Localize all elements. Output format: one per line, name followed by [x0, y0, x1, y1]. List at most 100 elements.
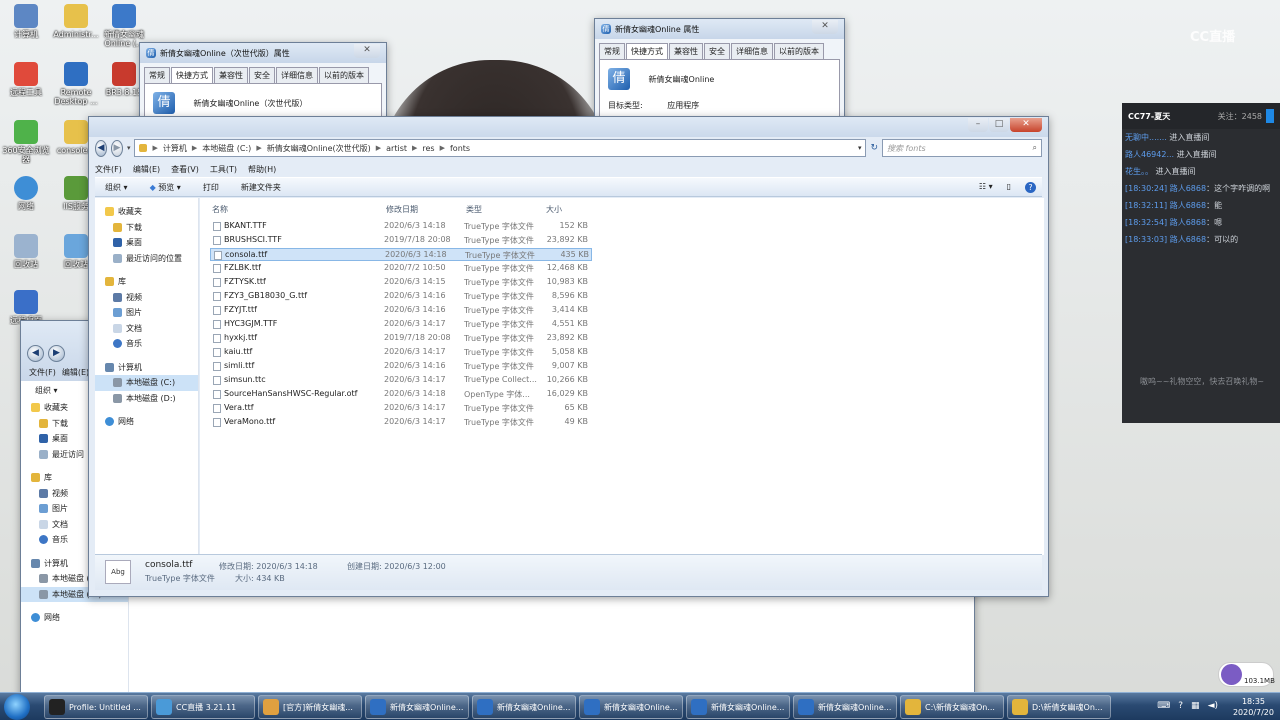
taskbar-button[interactable]: D:\新倩女幽魂On...: [1007, 695, 1111, 719]
column-size[interactable]: 大小: [546, 204, 562, 215]
taskbar-button[interactable]: 新倩女幽魂Online...: [365, 695, 469, 719]
column-name[interactable]: 名称: [212, 204, 228, 215]
desktop-icon-network[interactable]: 网络: [0, 176, 52, 211]
chat-user[interactable]: [18:32:54] 路人6868: [1125, 218, 1206, 227]
forward-icon[interactable]: ▶: [110, 139, 123, 157]
desktop-icon-remote-desktop[interactable]: Remote Desktop ...: [50, 62, 102, 106]
nav-recent[interactable]: 最近访问的位置: [95, 251, 198, 267]
breadcrumb-separator-icon[interactable]: ▶: [412, 144, 417, 152]
breadcrumb-separator-icon[interactable]: ▶: [192, 144, 197, 152]
follow-count[interactable]: 关注：2458: [1218, 111, 1262, 122]
preview-button[interactable]: ◆ 预览 ▾: [150, 182, 181, 193]
desktop-icon-admin[interactable]: Administr...: [50, 4, 102, 39]
chat-user[interactable]: [18:33:03] 路人6868: [1125, 235, 1206, 244]
file-row[interactable]: BKANT.TTF 2020/6/3 14:18 TrueType 字体文件 152 …: [210, 220, 592, 233]
menu-help[interactable]: 帮助(H): [248, 164, 276, 175]
taskbar-button[interactable]: [官方]新倩女幽魂...: [258, 695, 362, 719]
desktop-icon-remote-tool[interactable]: 远程工具: [0, 62, 52, 97]
breadcrumb-game-folder[interactable]: 新倩女幽魂Online(次世代版): [267, 143, 371, 154]
file-row[interactable]: FZTYSK.ttf 2020/6/3 14:15 TrueType 字体文件 10,…: [210, 276, 592, 289]
breadcrumb-fonts[interactable]: fonts: [450, 144, 470, 153]
file-row[interactable]: kaiu.ttf 2020/6/3 14:17 TrueType 字体文件 5,058…: [210, 346, 592, 359]
nav-network[interactable]: 网络: [95, 414, 198, 430]
tab-details[interactable]: 详细信息: [731, 43, 773, 59]
back-icon[interactable]: ◀: [95, 139, 107, 157]
nav-computer[interactable]: 计算机: [95, 360, 198, 376]
chat-user[interactable]: 花生。。: [1125, 167, 1153, 176]
column-date[interactable]: 修改日期: [386, 204, 418, 215]
volume-icon[interactable]: ◄): [1208, 701, 1218, 711]
nav-network[interactable]: 网络: [21, 610, 128, 626]
chat-user[interactable]: 无聊中.......: [1125, 133, 1167, 142]
network-speed-widget[interactable]: 103.1MB: [1218, 662, 1275, 687]
breadcrumb-computer[interactable]: 计算机: [163, 143, 187, 154]
breadcrumb-separator-icon[interactable]: ▶: [440, 144, 445, 152]
nav-documents[interactable]: 文档: [95, 321, 198, 337]
address-dropdown-icon[interactable]: ▾: [858, 144, 862, 152]
tab-previous-versions[interactable]: 以前的版本: [319, 67, 369, 83]
search-icon[interactable]: ⌕: [1033, 143, 1037, 153]
maximize-button[interactable]: □: [989, 118, 1009, 132]
desktop-icon-recycle[interactable]: 回收站: [0, 234, 52, 269]
file-row[interactable]: simsun.ttc 2020/6/3 14:17 TrueType Collect…: [210, 374, 592, 387]
file-row[interactable]: VeraMono.ttf 2020/6/3 14:17 TrueType 字体文件 4…: [210, 416, 592, 429]
taskbar-button[interactable]: CC直播 3.21.11: [151, 695, 255, 719]
menu-edit[interactable]: 编辑(E): [133, 164, 160, 175]
network-tray-icon[interactable]: ▦: [1191, 701, 1200, 711]
system-clock[interactable]: 18:35 2020/7/20: [1233, 696, 1274, 718]
new-folder-button[interactable]: 新建文件夹: [241, 182, 281, 193]
desktop-icon-360[interactable]: 360安全浏览器: [0, 120, 52, 164]
preview-pane-icon[interactable]: ▯: [1007, 182, 1011, 193]
taskbar-button[interactable]: Profile: Untitled ...: [44, 695, 148, 719]
file-row[interactable]: hyxkj.ttf 2019/7/18 20:08 TrueType 字体文件 23,…: [210, 332, 592, 345]
close-button[interactable]: ✕: [1010, 118, 1042, 132]
tab-previous-versions[interactable]: 以前的版本: [774, 43, 824, 59]
breadcrumb-res[interactable]: res: [422, 144, 434, 153]
back-icon[interactable]: ◀: [27, 345, 44, 362]
file-row[interactable]: consola.ttf 2020/6/3 14:18 TrueType 字体文件 43…: [210, 248, 592, 261]
chat-user[interactable]: 路人46942...: [1125, 150, 1174, 159]
nav-music[interactable]: 音乐: [95, 336, 198, 352]
menu-file[interactable]: 文件(F): [95, 164, 122, 175]
file-row[interactable]: simli.ttf 2020/6/3 14:16 TrueType 字体文件 9,00…: [210, 360, 592, 373]
taskbar-button[interactable]: 新倩女幽魂Online...: [686, 695, 790, 719]
menu-edit[interactable]: 编辑(E): [62, 367, 89, 378]
organize-button[interactable]: 组织 ▾: [105, 182, 128, 193]
taskbar-button[interactable]: 新倩女幽魂Online...: [793, 695, 897, 719]
tab-general[interactable]: 常规: [599, 43, 625, 59]
keyboard-icon[interactable]: ⌨: [1157, 701, 1170, 711]
file-row[interactable]: BRUSHSCI.TTF 2019/7/18 20:08 TrueType 字体文件…: [210, 234, 592, 247]
print-button[interactable]: 打印: [203, 182, 219, 193]
nav-libraries[interactable]: 库: [95, 274, 198, 290]
breadcrumb-drive-c[interactable]: 本地磁盘 (C:): [202, 143, 251, 154]
taskbar-button[interactable]: 新倩女幽魂Online...: [579, 695, 683, 719]
chat-user[interactable]: [18:32:11] 路人6868: [1125, 201, 1206, 210]
file-row[interactable]: FZYJT.ttf 2020/6/3 14:16 TrueType 字体文件 3,41…: [210, 304, 592, 317]
nav-videos[interactable]: 视频: [95, 290, 198, 306]
menu-file[interactable]: 文件(F): [29, 367, 56, 378]
file-row[interactable]: FZLBK.ttf 2020/7/2 10:50 TrueType 字体文件 12,4…: [210, 262, 592, 275]
file-row[interactable]: FZY3_GB18030_G.ttf 2020/6/3 14:16 TrueType…: [210, 290, 592, 303]
breadcrumb-artist[interactable]: artist: [386, 144, 407, 153]
column-type[interactable]: 类型: [466, 204, 482, 215]
close-button[interactable]: ✕: [354, 44, 380, 58]
tab-compatibility[interactable]: 兼容性: [669, 43, 703, 59]
breadcrumb-separator-icon[interactable]: ▶: [376, 144, 381, 152]
nav-favorites[interactable]: 收藏夹: [95, 204, 198, 220]
tab-security[interactable]: 安全: [249, 67, 275, 83]
refresh-icon[interactable]: ↻: [870, 143, 878, 153]
forward-icon[interactable]: ▶: [48, 345, 65, 362]
search-input[interactable]: 搜索 fonts ⌕: [882, 139, 1042, 157]
nav-pictures[interactable]: 图片: [95, 305, 198, 321]
minimize-button[interactable]: –: [968, 118, 988, 132]
help-tray-icon[interactable]: ?: [1178, 701, 1183, 711]
tab-compatibility[interactable]: 兼容性: [214, 67, 248, 83]
nav-desktop[interactable]: 桌面: [95, 235, 198, 251]
nav-downloads[interactable]: 下载: [95, 220, 198, 236]
recent-dropdown-icon[interactable]: ▾: [127, 144, 131, 152]
breadcrumb-separator-icon[interactable]: ▶: [152, 144, 157, 152]
taskbar-button[interactable]: C:\新倩女幽魂On...: [900, 695, 1004, 719]
tab-general[interactable]: 常规: [144, 67, 170, 83]
help-icon[interactable]: ?: [1025, 181, 1036, 193]
breadcrumb-separator-icon[interactable]: ▶: [256, 144, 261, 152]
